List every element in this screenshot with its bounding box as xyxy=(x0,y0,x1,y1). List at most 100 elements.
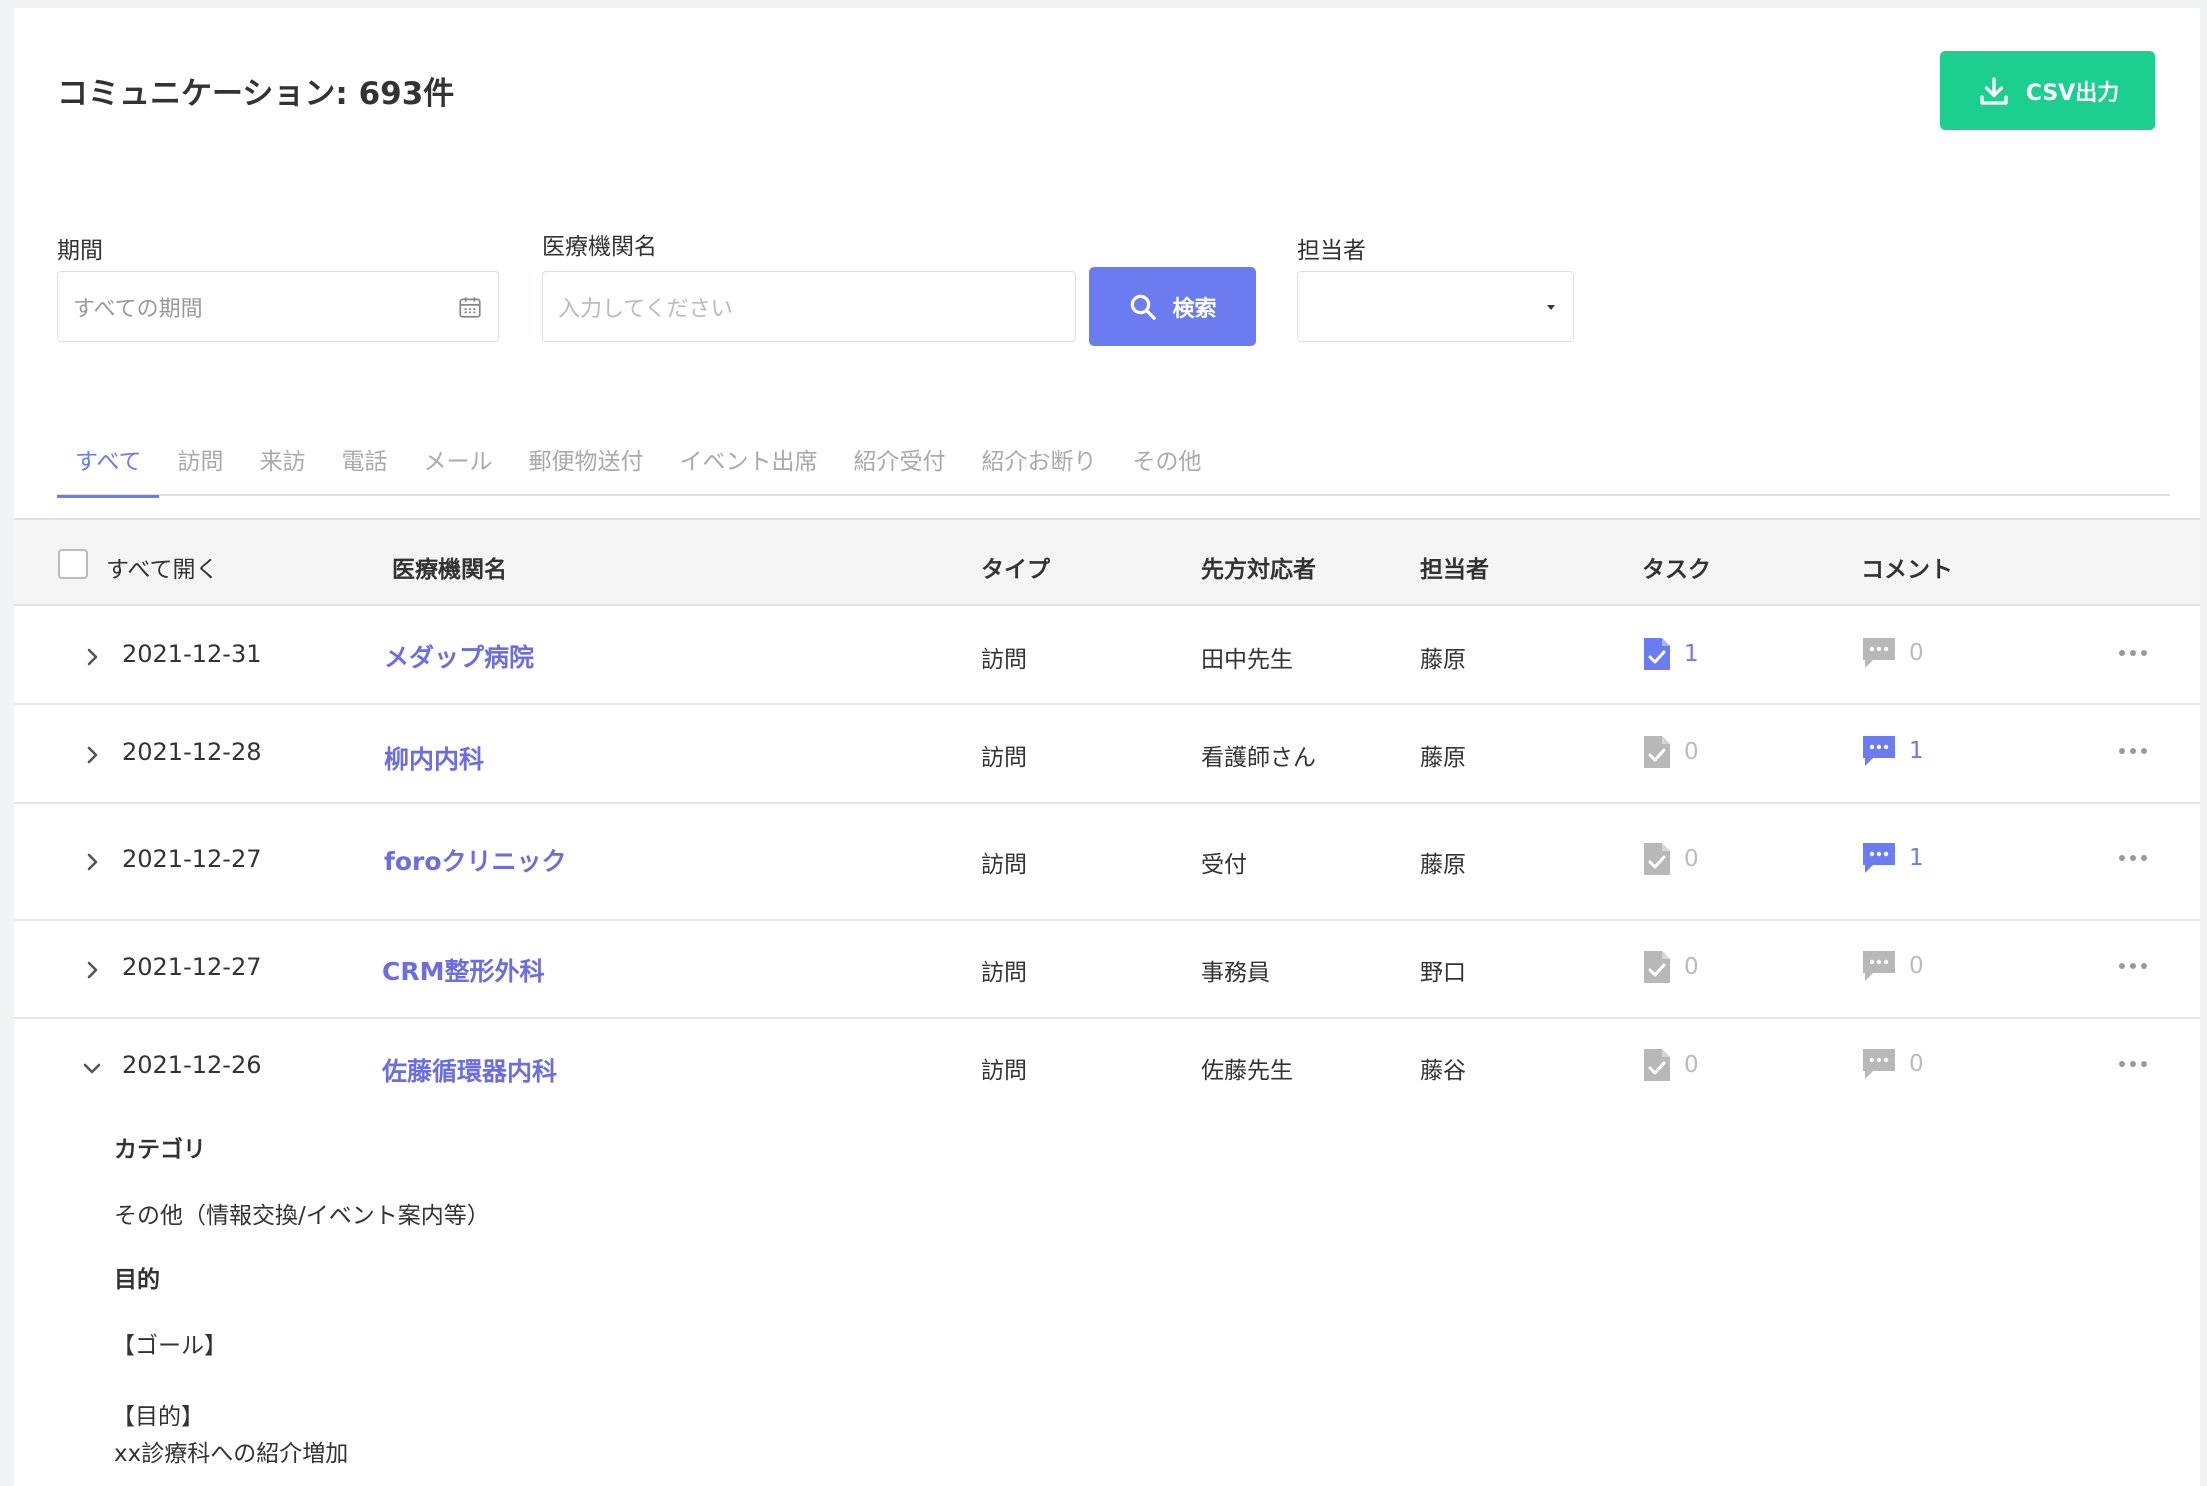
tab-other[interactable]: その他 xyxy=(1114,428,1219,496)
chevron-right-icon[interactable] xyxy=(80,645,104,669)
period-placeholder: すべての期間 xyxy=(73,296,203,322)
row-responder: 佐藤先生 xyxy=(1201,1058,1293,1084)
row-date: 2021-12-31 xyxy=(122,640,262,668)
csv-export-button[interactable]: CSV出力 xyxy=(1940,51,2155,130)
tab-postal[interactable]: 郵便物送付 xyxy=(510,428,661,496)
row-hospital-link[interactable]: 柳内内科 xyxy=(384,740,484,776)
task-doc-icon xyxy=(1644,638,1670,670)
detail-purpose-subheading: 【目的】 xyxy=(112,1404,204,1430)
comment-icon xyxy=(1863,638,1895,668)
more-options-icon[interactable] xyxy=(2118,649,2148,657)
row-task[interactable]: 0 xyxy=(1642,1047,1699,1083)
comment-icon xyxy=(1863,1049,1895,1079)
staff-select[interactable] xyxy=(1297,271,1574,342)
row-date: 2021-12-28 xyxy=(122,738,262,766)
row-task[interactable]: 1 xyxy=(1642,636,1699,672)
main-panel: コミュニケーション: 693件 CSV出力 期間 すべての期間 医療機関名 入力… xyxy=(14,8,2200,1486)
row-comment[interactable]: 0 xyxy=(1861,636,1924,670)
table-row[interactable]: 2021-12-28 柳内内科 訪問 看護師さん 藤原 0 1 xyxy=(14,705,2200,804)
task-count: 0 xyxy=(1684,739,1699,765)
comment-count: 1 xyxy=(1909,738,1924,764)
row-comment[interactable]: 0 xyxy=(1861,949,1924,983)
row-hospital-link[interactable]: CRM整形外科 xyxy=(382,952,544,988)
tab-event[interactable]: イベント出席 xyxy=(661,428,835,496)
comment-icon xyxy=(1863,951,1895,981)
table-row[interactable]: 2021-12-31 メダップ病院 訪問 田中先生 藤原 1 0 xyxy=(14,606,2200,705)
row-responder: 事務員 xyxy=(1201,960,1270,986)
period-field[interactable]: すべての期間 xyxy=(57,271,499,342)
search-icon xyxy=(1131,294,1157,320)
tab-referral-declined[interactable]: 紹介お断り xyxy=(963,428,1114,496)
row-staff: 藤原 xyxy=(1420,852,1466,878)
row-task[interactable]: 0 xyxy=(1642,841,1699,877)
tab-phone[interactable]: 電話 xyxy=(323,428,405,496)
tab-referral-received[interactable]: 紹介受付 xyxy=(835,428,963,496)
task-doc-icon xyxy=(1644,843,1670,875)
tab-incoming-visit[interactable]: 来訪 xyxy=(241,428,323,496)
caret-down-icon xyxy=(1547,304,1555,310)
row-responder: 田中先生 xyxy=(1201,647,1293,673)
comment-icon xyxy=(1863,843,1895,873)
detail-category-heading: カテゴリ xyxy=(114,1137,206,1163)
task-count: 0 xyxy=(1684,1052,1699,1078)
detail-purpose-heading: 目的 xyxy=(114,1267,160,1293)
row-date: 2021-12-27 xyxy=(122,845,262,873)
tab-visit[interactable]: 訪問 xyxy=(159,428,241,496)
more-options-icon[interactable] xyxy=(2118,962,2148,970)
task-count: 0 xyxy=(1684,846,1699,872)
chevron-right-icon[interactable] xyxy=(80,958,104,982)
task-count: 0 xyxy=(1684,954,1699,980)
type-tabs: すべて 訪問 来訪 電話 メール 郵便物送付 イベント出席 紹介受付 紹介お断り… xyxy=(57,428,2170,498)
task-doc-icon xyxy=(1644,1049,1670,1081)
row-type: 訪問 xyxy=(981,960,1027,986)
hospital-filter-label: 医療機関名 xyxy=(542,234,657,260)
table-header: すべて開く 医療機関名 タイプ 先方対応者 担当者 タスク コメント xyxy=(14,518,2200,606)
row-task[interactable]: 0 xyxy=(1642,734,1699,770)
tab-mail[interactable]: メール xyxy=(405,428,510,496)
hospital-search-placeholder: 入力してください xyxy=(558,296,733,322)
more-options-icon[interactable] xyxy=(2118,1060,2148,1068)
open-all-label[interactable]: すべて開く xyxy=(106,550,218,584)
search-button[interactable]: 検索 xyxy=(1089,267,1256,346)
detail-purpose-text: xx診療科への紹介増加 xyxy=(114,1441,349,1467)
tab-all[interactable]: すべて xyxy=(57,428,160,498)
period-label: 期間 xyxy=(57,238,103,264)
row-hospital-link[interactable]: foroクリニック xyxy=(384,842,567,878)
page-title: コミュニケーション: 693件 xyxy=(57,76,455,112)
download-icon xyxy=(1980,76,2008,105)
row-comment[interactable]: 1 xyxy=(1861,734,1924,768)
row-comment[interactable]: 0 xyxy=(1861,1047,1924,1081)
col-comment: コメント xyxy=(1861,557,1953,583)
table-row-expanded[interactable]: 2021-12-26 佐藤循環器内科 訪問 佐藤先生 藤谷 0 0 カテゴリ そ… xyxy=(14,1019,2200,1486)
row-type: 訪問 xyxy=(981,745,1027,771)
staff-filter-label: 担当者 xyxy=(1297,238,1366,264)
row-date: 2021-12-27 xyxy=(122,953,262,981)
more-options-icon[interactable] xyxy=(2118,854,2148,862)
chevron-right-icon[interactable] xyxy=(80,850,104,874)
col-staff: 担当者 xyxy=(1420,557,1489,583)
table-row[interactable]: 2021-12-27 foroクリニック 訪問 受付 藤原 0 1 xyxy=(14,804,2200,921)
comment-count: 1 xyxy=(1909,845,1924,871)
more-options-icon[interactable] xyxy=(2118,747,2148,755)
row-staff: 藤原 xyxy=(1420,745,1466,771)
comment-count: 0 xyxy=(1909,1051,1924,1077)
row-comment[interactable]: 1 xyxy=(1861,841,1924,875)
comment-count: 0 xyxy=(1909,953,1924,979)
row-date: 2021-12-26 xyxy=(122,1051,262,1079)
chevron-down-icon[interactable] xyxy=(80,1056,104,1080)
task-doc-icon xyxy=(1644,951,1670,983)
row-type: 訪問 xyxy=(981,1058,1027,1084)
search-button-label: 検索 xyxy=(1172,296,1217,322)
hospital-search-input[interactable]: 入力してください xyxy=(542,271,1076,342)
row-hospital-link[interactable]: 佐藤循環器内科 xyxy=(382,1052,557,1088)
row-staff: 藤谷 xyxy=(1420,1058,1466,1084)
csv-export-label: CSV出力 xyxy=(2025,80,2120,106)
row-hospital-link[interactable]: メダップ病院 xyxy=(384,638,534,674)
col-hospital: 医療機関名 xyxy=(392,557,507,583)
comment-count: 0 xyxy=(1909,640,1924,666)
chevron-right-icon[interactable] xyxy=(80,743,104,767)
detail-category-value: その他（情報交換/イベント案内等） xyxy=(114,1203,490,1229)
row-task[interactable]: 0 xyxy=(1642,949,1699,985)
table-row[interactable]: 2021-12-27 CRM整形外科 訪問 事務員 野口 0 0 xyxy=(14,921,2200,1019)
open-all-checkbox[interactable] xyxy=(58,549,88,579)
